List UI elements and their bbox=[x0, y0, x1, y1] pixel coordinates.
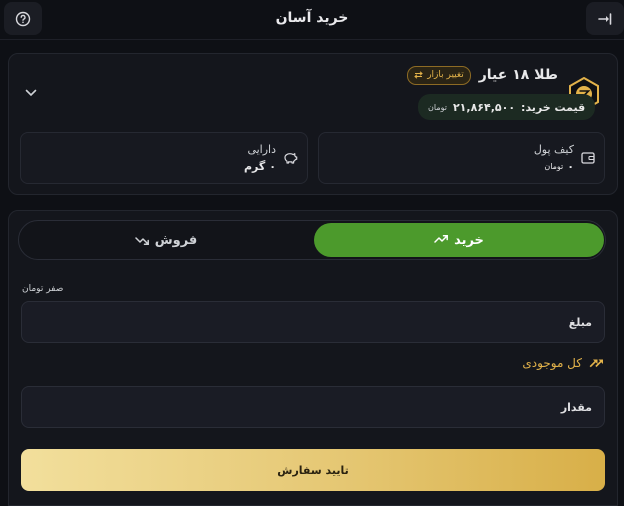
wallet-label: کیف پول bbox=[533, 143, 574, 156]
badge-label: تغییر بازار bbox=[427, 70, 464, 80]
wallet-box bbox=[318, 132, 605, 184]
quantity-input[interactable]: مقدار bbox=[21, 386, 605, 428]
amount-placeholder: مبلغ bbox=[568, 315, 592, 329]
trend-up-icon bbox=[434, 235, 449, 243]
price-value: ۲۱,۸۶۴,۵۰۰ bbox=[452, 100, 516, 114]
tab-sell-label: فروش bbox=[154, 232, 198, 248]
holdings-icon-wrap bbox=[282, 150, 298, 166]
tab-buy[interactable]: خرید bbox=[314, 223, 604, 257]
all-balance-link[interactable]: کل موجودی bbox=[440, 354, 604, 372]
tab-sell[interactable]: فروش bbox=[20, 222, 312, 258]
swap-arrows-icon bbox=[414, 71, 423, 79]
all-balance-label: کل موجودی bbox=[522, 356, 582, 370]
price-unit: تومان bbox=[428, 102, 447, 112]
chevron-down-icon bbox=[25, 89, 37, 97]
wallet-icon-wrap bbox=[580, 150, 596, 166]
wallet-value: ۰ bbox=[567, 160, 574, 173]
holdings-value: ۰ bbox=[269, 160, 276, 173]
market-change-badge[interactable]: تغییر بازار bbox=[407, 65, 471, 85]
holdings-label: دارایی bbox=[247, 143, 276, 156]
amount-input[interactable]: مبلغ bbox=[21, 301, 605, 343]
price-pill: قیمت خرید: ۲۱,۸۶۴,۵۰۰ تومان bbox=[418, 94, 596, 120]
asset-title-row: طلا ۱۸ عیار تغییر بازار bbox=[300, 65, 558, 85]
exit-icon bbox=[598, 12, 612, 25]
double-arrow-icon bbox=[589, 359, 603, 368]
confirm-order-button[interactable]: تایید سفارش bbox=[21, 449, 605, 491]
trend-down-icon bbox=[134, 237, 149, 245]
page-title: خرید آسان bbox=[275, 10, 349, 26]
wallet-unit: تومان bbox=[544, 162, 564, 171]
tab-buy-label: خرید bbox=[454, 232, 484, 248]
collapse-toggle[interactable] bbox=[22, 84, 40, 102]
holdings-value-row: ۰ گرم bbox=[40, 160, 276, 173]
confirm-order-label: تایید سفارش bbox=[277, 463, 349, 477]
asset-name: طلا ۱۸ عیار bbox=[478, 67, 558, 83]
amount-hint: صفر تومان bbox=[22, 284, 64, 294]
wallet-value-row: ۰ تومان bbox=[330, 160, 574, 173]
exit-button[interactable] bbox=[586, 2, 624, 35]
wallet-icon bbox=[581, 152, 595, 164]
quantity-placeholder: مقدار bbox=[560, 400, 592, 414]
holdings-unit: گرم bbox=[243, 160, 266, 173]
price-label: قیمت خرید: bbox=[521, 100, 586, 114]
holdings-box bbox=[20, 132, 308, 184]
piggy-bank-icon bbox=[284, 153, 298, 164]
